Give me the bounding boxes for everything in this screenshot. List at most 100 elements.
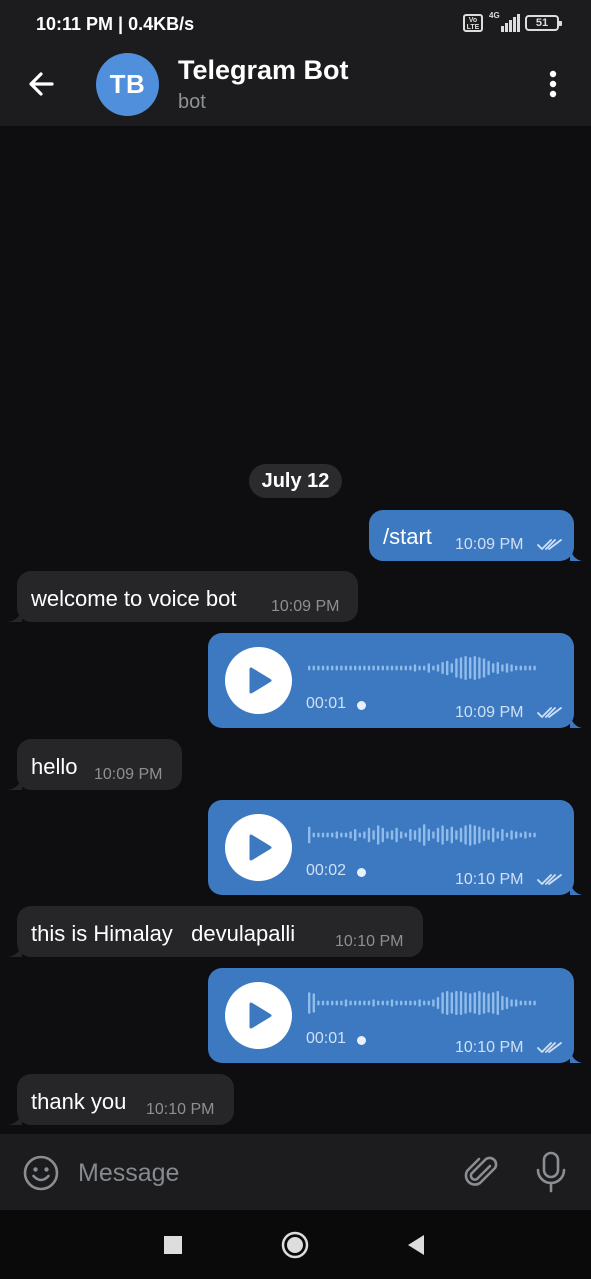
circle-icon[interactable] bbox=[281, 1231, 309, 1259]
waveform-bar bbox=[418, 827, 421, 843]
waveform-bar bbox=[413, 1000, 417, 1006]
arrow-left-icon[interactable] bbox=[22, 64, 62, 104]
bubble-tail bbox=[570, 1049, 582, 1063]
waveform-bar bbox=[390, 999, 394, 1007]
play-button[interactable] bbox=[225, 814, 292, 881]
waveform-bar bbox=[404, 665, 407, 671]
waveform-bar bbox=[317, 1000, 320, 1006]
waveform-bar bbox=[446, 991, 449, 1015]
waveform-bar bbox=[524, 1000, 527, 1006]
play-icon bbox=[249, 1002, 272, 1029]
waveform-bar bbox=[441, 825, 444, 845]
waveform-bar bbox=[515, 665, 518, 671]
waveform-bar bbox=[482, 829, 486, 841]
voice-message[interactable]: 00:02 10:10 PM bbox=[208, 800, 574, 895]
waveform-bar bbox=[395, 827, 398, 843]
waveform-bar bbox=[455, 991, 458, 1015]
avatar[interactable]: TB bbox=[96, 53, 159, 116]
waveform-bar bbox=[321, 832, 325, 838]
waveform-bar bbox=[450, 992, 453, 1014]
waveform-bar bbox=[308, 826, 311, 844]
message-text: hello bbox=[31, 754, 78, 779]
more-vertical-icon[interactable] bbox=[537, 64, 569, 104]
waveform-bar bbox=[372, 830, 375, 840]
waveform-bar bbox=[321, 665, 325, 671]
waveform-bar bbox=[409, 1000, 412, 1006]
waveform-bar bbox=[381, 827, 384, 843]
waveform-bar bbox=[354, 829, 357, 841]
waveform-bar bbox=[358, 832, 361, 838]
waveform-bar bbox=[413, 830, 417, 840]
waveform-bar bbox=[528, 1000, 532, 1006]
unplayed-dot bbox=[357, 868, 366, 877]
battery-level: 51 bbox=[535, 17, 549, 29]
waveform-bar bbox=[377, 1000, 380, 1006]
waveform-bar bbox=[354, 1000, 357, 1006]
message-input[interactable] bbox=[78, 1154, 448, 1192]
waveform-bar bbox=[363, 1000, 366, 1006]
voice-duration: 00:01 bbox=[306, 1030, 347, 1047]
waveform-bar bbox=[478, 657, 481, 679]
waveform-bar bbox=[496, 831, 499, 839]
square-icon[interactable] bbox=[163, 1235, 183, 1255]
double-check-icon bbox=[537, 1042, 562, 1053]
message-bubble-incoming[interactable]: welcome to voice bot 10:09 PM bbox=[17, 571, 358, 622]
chat-header: TB Telegram Bot bot bbox=[0, 42, 591, 126]
date-separator: July 12 bbox=[249, 464, 342, 498]
waveform-bar bbox=[519, 1000, 522, 1006]
bubble-tail bbox=[8, 776, 22, 790]
waveform-bar bbox=[524, 665, 527, 671]
waveform-bar bbox=[464, 656, 467, 680]
message-bubble-outgoing[interactable]: /start 10:09 PM bbox=[369, 510, 574, 561]
double-check-icon bbox=[537, 707, 562, 718]
waveform-bar bbox=[331, 1000, 334, 1006]
volte-icon: Vo LTE bbox=[463, 14, 483, 32]
play-button[interactable] bbox=[225, 647, 292, 714]
waveform-bar bbox=[464, 992, 467, 1014]
waveform-bar bbox=[515, 831, 518, 839]
paperclip-icon[interactable] bbox=[462, 1152, 502, 1192]
waveform-bar bbox=[515, 999, 518, 1007]
waveform-bar bbox=[349, 665, 352, 671]
voice-message[interactable]: 00:01 10:10 PM bbox=[208, 968, 574, 1063]
waveform-bar bbox=[496, 991, 499, 1015]
voice-duration: 00:01 bbox=[306, 695, 347, 712]
waveform-bar bbox=[423, 665, 426, 671]
waveform-bar bbox=[427, 1000, 430, 1006]
waveform-bar bbox=[436, 997, 440, 1009]
waveform-bar bbox=[473, 992, 476, 1014]
smiley-icon[interactable] bbox=[22, 1154, 60, 1192]
waveform-bar bbox=[436, 827, 440, 843]
waveform-bar bbox=[400, 665, 403, 671]
message-bubble-incoming[interactable]: hello 10:09 PM bbox=[17, 739, 182, 790]
chat-title[interactable]: Telegram Bot bbox=[178, 55, 349, 86]
message-bubble-incoming[interactable]: thank you 10:10 PM bbox=[17, 1074, 234, 1125]
message-bubble-incoming[interactable]: this is Himalay devulapalli 10:10 PM bbox=[17, 906, 423, 957]
triangle-back-icon[interactable] bbox=[406, 1234, 426, 1256]
play-button[interactable] bbox=[225, 982, 292, 1049]
system-nav-bar bbox=[0, 1210, 591, 1279]
waveform[interactable] bbox=[308, 988, 538, 1018]
double-check-icon bbox=[537, 874, 562, 885]
play-icon bbox=[249, 667, 272, 694]
microphone-icon[interactable] bbox=[533, 1151, 569, 1193]
waveform-bar bbox=[367, 665, 371, 671]
waveform-bar bbox=[459, 657, 463, 679]
waveform-bar bbox=[487, 993, 490, 1013]
chat-subtitle: bot bbox=[178, 91, 206, 113]
waveform-bar bbox=[473, 825, 476, 845]
waveform-bar bbox=[487, 830, 490, 840]
waveform-bar bbox=[510, 999, 513, 1007]
waveform-bar bbox=[528, 665, 532, 671]
waveform-bar bbox=[418, 665, 421, 671]
waveform-bar bbox=[455, 830, 458, 840]
waveform-bar bbox=[450, 663, 453, 673]
voice-message[interactable]: 00:01 10:09 PM bbox=[208, 633, 574, 728]
waveform-bar bbox=[432, 999, 435, 1007]
waveform[interactable] bbox=[308, 820, 538, 850]
waveform-bar bbox=[381, 665, 384, 671]
waveform-bar bbox=[409, 665, 412, 671]
waveform-bar bbox=[427, 663, 430, 673]
waveform-bar bbox=[312, 832, 315, 838]
waveform[interactable] bbox=[308, 653, 538, 683]
